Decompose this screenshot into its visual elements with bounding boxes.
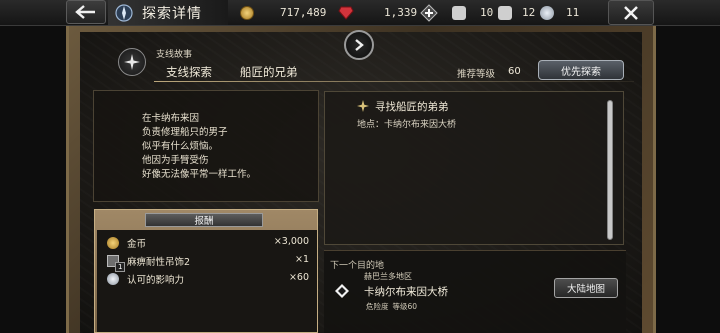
reward-amount: ×60 — [288, 272, 309, 283]
key-icon — [498, 5, 512, 20]
gold-value: 717,489 — [280, 6, 327, 19]
scrollbar-thumb[interactable] — [608, 101, 612, 239]
coin-icon — [107, 237, 119, 249]
reward-amount: ×1 — [294, 254, 309, 265]
gold-counter: 717,489 — [240, 0, 326, 25]
reward-name: 麻痹耐性吊饰2 — [127, 257, 191, 268]
chevron-right-icon — [355, 39, 364, 51]
reward-name: 认可的影响力 — [127, 275, 185, 286]
next-quest-button[interactable] — [344, 30, 374, 60]
top-bar: 探索详情 717,489 1,339 10 12 11 — [0, 0, 720, 26]
quest-category: 支线探索 — [166, 65, 212, 79]
reward-title: 报酬 — [145, 213, 263, 227]
close-icon — [624, 5, 638, 20]
key-counter-c: 11 — [540, 0, 579, 25]
scrollbar[interactable] — [607, 100, 613, 240]
gem-icon — [338, 6, 354, 20]
explore-icon — [115, 3, 133, 22]
key-a-value: 10 — [480, 6, 494, 19]
close-button[interactable] — [608, 0, 654, 25]
story-text: 在卡纳布来因 负责修理船只的男子 似乎有什么烦恼。 他因为手臂受伤 好像无法像平… — [142, 112, 256, 182]
destination-danger: 危险度 等级60 — [366, 301, 421, 312]
danger-level: 等级60 — [392, 302, 418, 311]
header-divider — [154, 81, 634, 82]
recommend-level-value: 60 — [508, 66, 521, 77]
reward-amount: ×3,000 — [273, 236, 309, 247]
quest-emblem-icon — [118, 48, 146, 76]
priority-explore-button[interactable]: 优先探索 — [538, 60, 624, 80]
key-icon — [452, 5, 466, 20]
reward-panel: 报酬 金币 ×3,000 1 麻痹耐性吊饰2 ×1 认可的影响力 ×60 — [94, 209, 318, 333]
reward-item[interactable]: 金币 ×3,000 — [97, 234, 317, 252]
plus-icon — [420, 3, 438, 22]
influence-icon — [107, 273, 119, 285]
title-area: 探索详情 — [108, 0, 228, 25]
objective-location: 地点：卡纳尔布来因大桥 — [357, 120, 457, 130]
next-destination-panel: 下一个目的地 赫巴兰多地区 卡纳尔布来因大桥 危险度 等级60 大陆地图 — [324, 250, 626, 333]
objective-title: 寻找船匠的弟弟 — [375, 101, 449, 113]
reward-item[interactable]: 认可的影响力 ×60 — [97, 270, 317, 288]
story-line: 好像无法像平常一样工作。 — [142, 169, 257, 180]
objective-star-icon — [357, 100, 369, 112]
destination-name: 卡纳尔布来因大桥 — [364, 286, 448, 298]
waypoint-icon — [335, 284, 349, 298]
back-button[interactable] — [66, 0, 106, 24]
objective-panel: 寻找船匠的弟弟 地点：卡纳尔布来因大桥 — [324, 91, 624, 245]
next-destination-label: 下一个目的地 — [330, 261, 385, 271]
reward-item[interactable]: 1 麻痹耐性吊饰2 ×1 — [97, 252, 317, 272]
gem-counter: 1,339 — [338, 0, 417, 25]
coin-icon — [240, 5, 254, 20]
danger-label: 危险度 — [366, 302, 389, 311]
back-arrow-icon — [75, 5, 95, 19]
reward-name: 金币 — [127, 239, 147, 250]
key-b-value: 12 — [522, 6, 536, 19]
story-panel: 在卡纳布来因 负责修理船只的男子 似乎有什么烦恼。 他因为手臂受伤 好像无法像平… — [93, 90, 319, 202]
snowflake-icon — [540, 5, 554, 20]
reward-list: 金币 ×3,000 1 麻痹耐性吊饰2 ×1 认可的影响力 ×60 — [97, 230, 317, 332]
key-c-value: 11 — [566, 6, 580, 19]
key-counter-b: 12 — [498, 0, 535, 25]
page-title: 探索详情 — [142, 5, 202, 22]
story-line: 在卡纳布来因 — [142, 113, 200, 124]
story-line: 似乎有什么烦恼。 — [142, 141, 219, 152]
add-gems-button[interactable] — [420, 0, 438, 25]
recommend-level-label: 推荐等级 — [457, 69, 496, 80]
continent-map-button[interactable]: 大陆地图 — [554, 278, 618, 298]
quest-name: 船匠的兄弟 — [240, 65, 298, 79]
gem-value: 1,339 — [384, 6, 418, 19]
story-line: 他因为手臂受伤 — [142, 155, 209, 166]
key-counter-a: 10 — [452, 0, 493, 25]
destination-region: 赫巴兰多地区 — [364, 272, 412, 281]
quest-type-label: 支线故事 — [156, 50, 193, 60]
story-line: 负责修理船只的男子 — [142, 127, 228, 138]
